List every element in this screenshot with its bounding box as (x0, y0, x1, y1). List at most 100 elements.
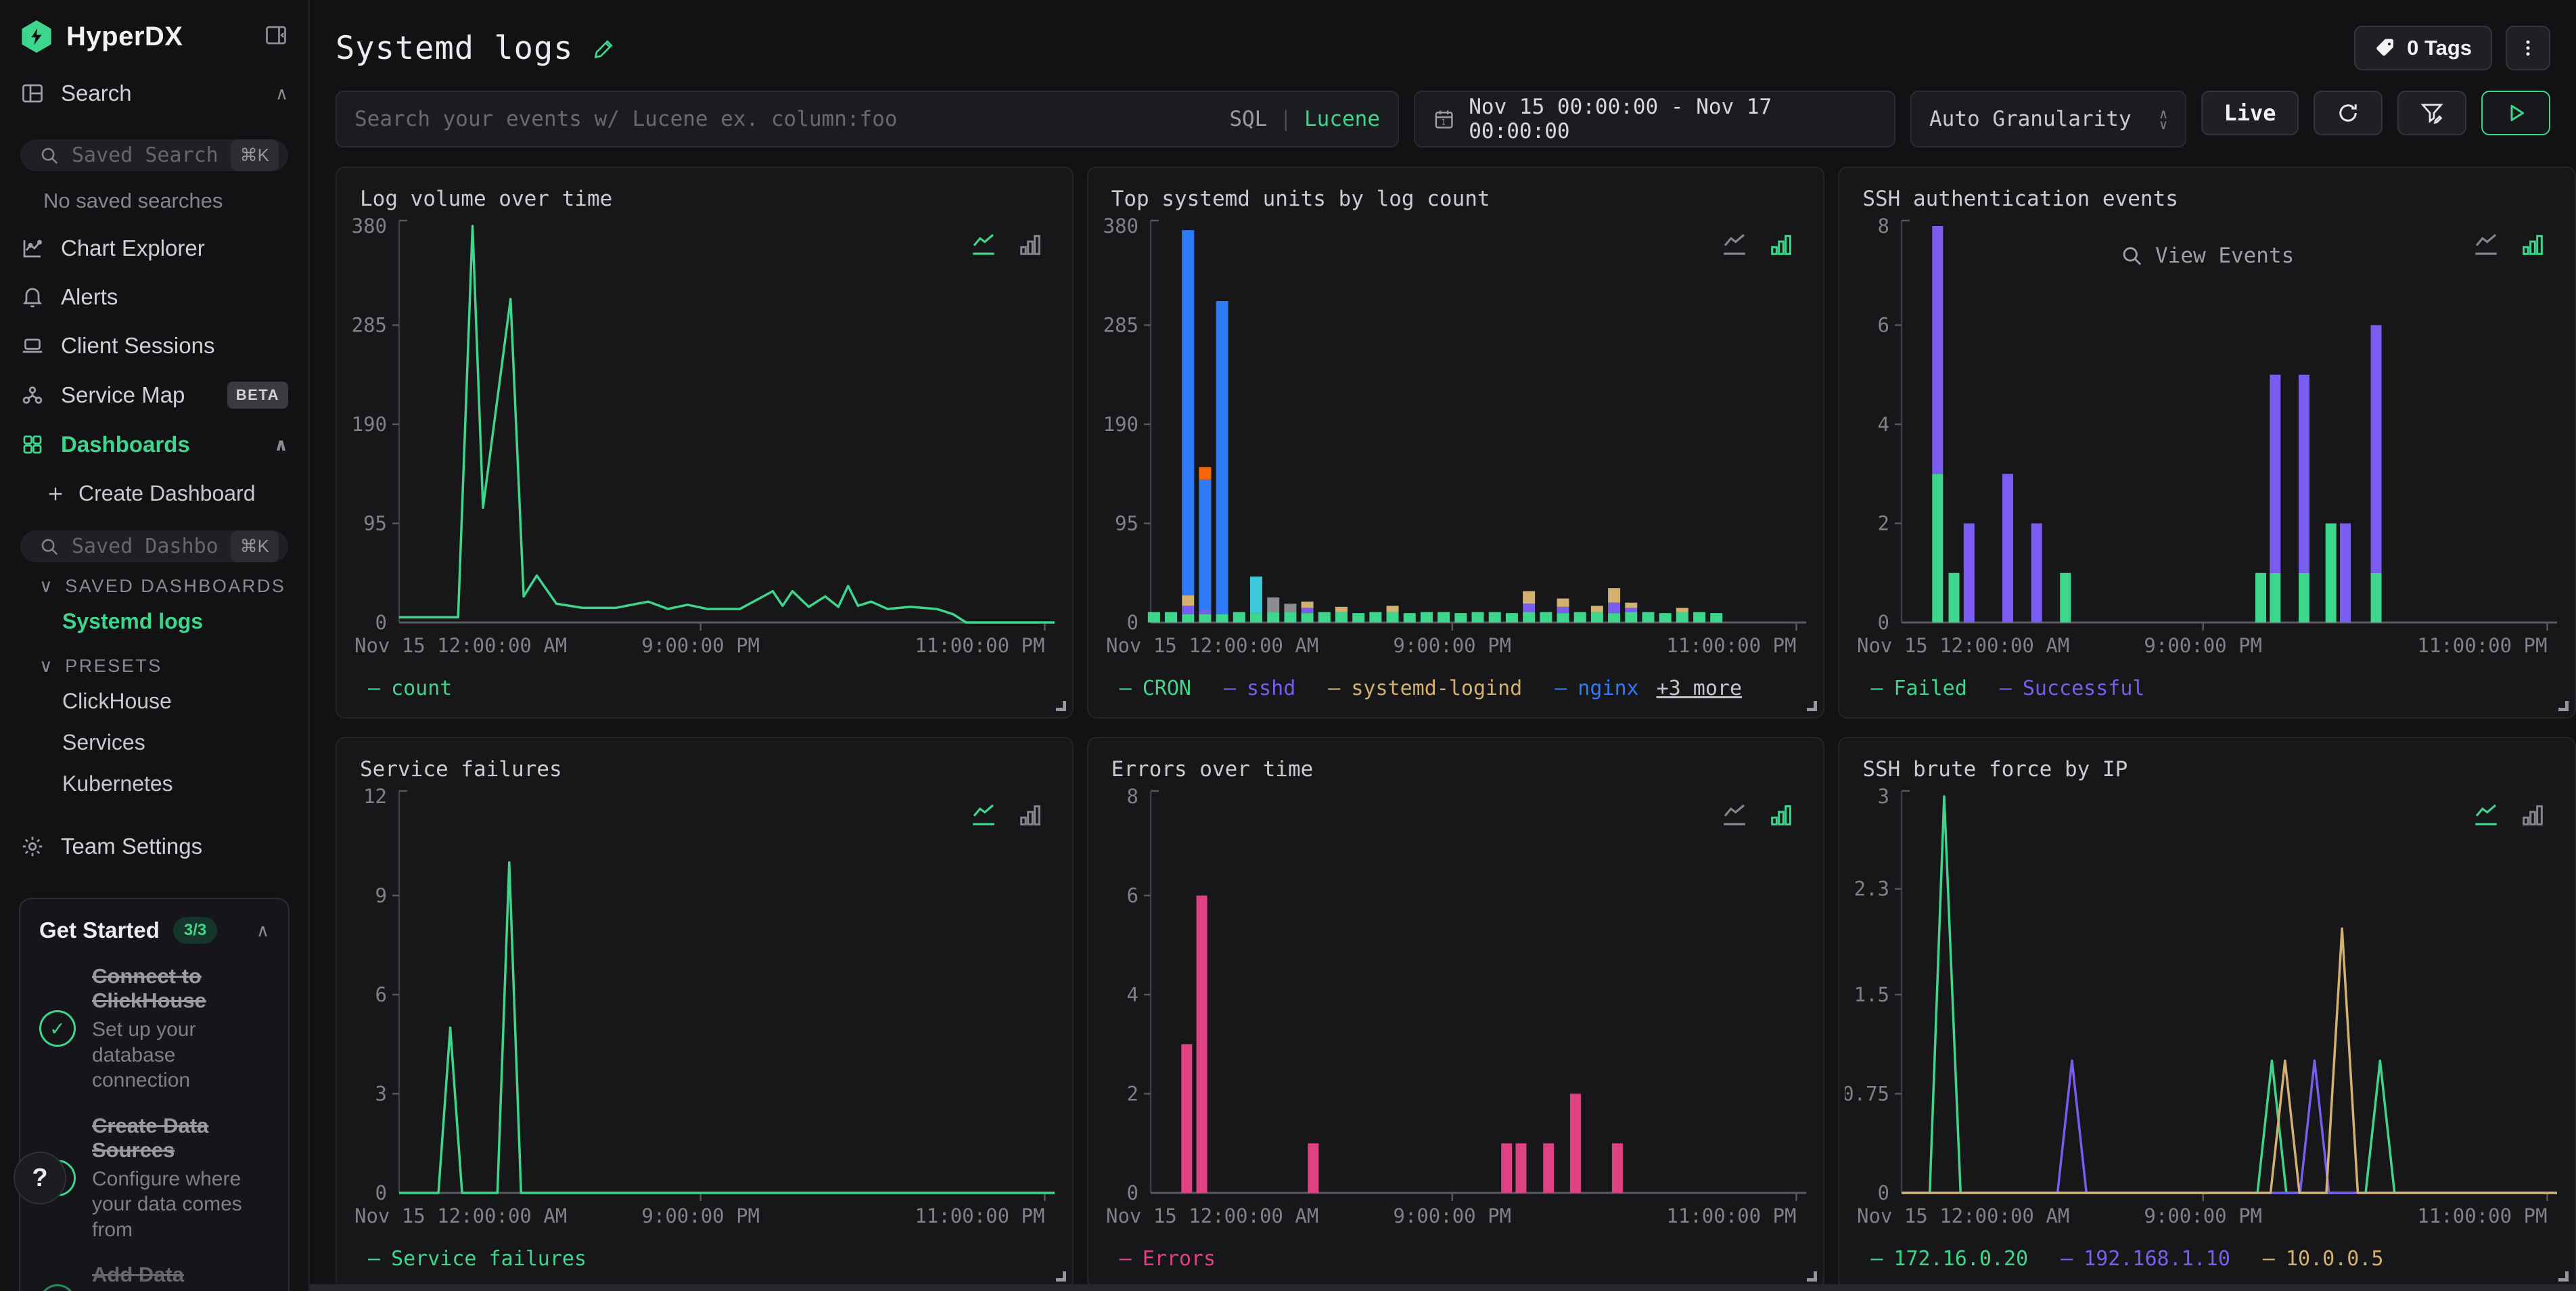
svg-text:Nov 15 12:00:00 AM: Nov 15 12:00:00 AM (1106, 1204, 1318, 1227)
chevron-up-icon[interactable]: ∧ (275, 83, 288, 104)
panel-resize-handle[interactable] (1056, 701, 1066, 711)
svg-text:9: 9 (375, 884, 387, 907)
legend-more-link[interactable]: +3 more (1657, 677, 1742, 700)
bar-chart-toggle-icon[interactable] (1768, 231, 1795, 258)
sidebar: HyperDX Search ∧ ⌘K No saved searches Ch… (0, 0, 310, 1291)
sidebar-item-search[interactable]: Search ∧ (0, 69, 308, 118)
create-dashboard-button[interactable]: Create Dashboard (0, 469, 308, 516)
svg-text:Nov 15 12:00:00 AM: Nov 15 12:00:00 AM (1857, 634, 2069, 657)
chevron-up-icon[interactable]: ∧ (256, 920, 269, 941)
preset-link-services[interactable]: Services (0, 722, 308, 763)
event-search-input[interactable] (354, 107, 1216, 131)
saved-searches-input[interactable]: ⌘K (20, 139, 288, 171)
svg-text:Nov 15 12:00:00 AM: Nov 15 12:00:00 AM (1857, 1204, 2069, 1227)
panel-resize-handle[interactable] (1807, 1271, 1817, 1282)
tags-button[interactable]: 0 Tags (2354, 26, 2492, 70)
line-chart-toggle-icon[interactable] (969, 230, 998, 258)
sidebar-item-service-map[interactable]: Service Map BETA (0, 370, 308, 420)
panel-resize-handle[interactable] (1056, 1271, 1066, 1282)
legend-item[interactable]: —sshd (1224, 677, 1295, 700)
legend-item[interactable]: —systemd-logind (1328, 677, 1522, 700)
svg-text:6: 6 (1126, 884, 1138, 907)
chart-legend: —Failed —Successful (1839, 659, 2575, 717)
sql-toggle[interactable]: SQL (1229, 107, 1267, 131)
legend-item[interactable]: —172.16.0.20 (1870, 1247, 2028, 1271)
date-range-picker[interactable]: 1 Nov 15 00:00:00 - Nov 17 00:00:00 (1414, 91, 1895, 148)
horizontal-scrollbar[interactable] (310, 1284, 2576, 1291)
help-button[interactable]: ? (14, 1152, 66, 1204)
legend-item[interactable]: —Service failures (368, 1247, 586, 1271)
live-button[interactable]: Live (2201, 91, 2299, 135)
sidebar-item-alerts[interactable]: Alerts (0, 273, 308, 321)
saved-searches-field[interactable] (72, 143, 218, 167)
line-chart-toggle-icon[interactable] (2472, 800, 2500, 829)
sidebar-item-chart-explorer[interactable]: Chart Explorer (0, 224, 308, 273)
get-started-step[interactable]: ✓ Add Data Start sending logs, metrics, … (39, 1263, 269, 1291)
service-map-icon (20, 383, 45, 407)
preset-link-clickhouse[interactable]: ClickHouse (0, 681, 308, 722)
bar-chart-toggle-icon[interactable] (2519, 802, 2546, 829)
section-saved-dashboards[interactable]: ∨ SAVED DASHBOARDS (0, 562, 308, 601)
chart-legend: —172.16.0.20 —192.168.1.10 —10.0.0.5 (1839, 1229, 2575, 1288)
chart-legend: —Service failures (337, 1229, 1072, 1288)
svg-text:Nov 15 12:00:00 AM: Nov 15 12:00:00 AM (1106, 634, 1318, 657)
chart-plot[interactable]: 380285190950Nov 15 12:00:00 AM9:00:00 PM… (342, 215, 1067, 659)
svg-text:95: 95 (1115, 512, 1138, 535)
granularity-select[interactable]: Auto Granularity ∧∨ (1910, 91, 2186, 148)
sidebar-item-dashboards[interactable]: Dashboards ∧ (0, 420, 308, 469)
line-chart-toggle-icon[interactable] (1720, 800, 1749, 829)
legend-item[interactable]: —nginx (1555, 677, 1638, 700)
filter-button[interactable] (2397, 91, 2466, 135)
legend-item[interactable]: —192.168.1.10 (2061, 1247, 2230, 1271)
dashboard-menu-button[interactable] (2506, 26, 2550, 70)
chevron-up-icon[interactable]: ∧ (274, 434, 288, 455)
line-chart-toggle-icon[interactable] (969, 800, 998, 829)
get-started-step[interactable]: ✓ Connect to ClickHouse Set up your data… (39, 964, 269, 1093)
chart-plot[interactable]: 86420Nov 15 12:00:00 AM9:00:00 PM11:00:0… (1845, 215, 2569, 659)
line-chart-toggle-icon[interactable] (1720, 230, 1749, 258)
chart-legend: —Errors (1088, 1229, 1824, 1288)
tag-icon (2374, 37, 2396, 59)
lucene-toggle[interactable]: Lucene (1304, 107, 1380, 131)
view-events-button[interactable]: View Events (2120, 244, 2294, 268)
bar-chart-toggle-icon[interactable] (1768, 802, 1795, 829)
legend-item[interactable]: —Errors (1120, 1247, 1216, 1271)
run-query-button[interactable] (2481, 91, 2550, 135)
bar-chart-toggle-icon[interactable] (2519, 231, 2546, 258)
panel-resize-handle[interactable] (2558, 701, 2569, 711)
chart-plot[interactable]: 86420Nov 15 12:00:00 AM9:00:00 PM11:00:0… (1094, 786, 1818, 1229)
svg-text:4: 4 (1878, 413, 1889, 436)
query-language-toggle: SQL | Lucene (1229, 107, 1380, 131)
event-search-box[interactable]: SQL | Lucene (336, 91, 1399, 148)
refresh-button[interactable] (2314, 91, 2383, 135)
saved-dashboards-input[interactable]: ⌘K (20, 530, 288, 562)
sidebar-item-client-sessions[interactable]: Client Sessions (0, 321, 308, 370)
edit-title-icon[interactable] (593, 36, 617, 60)
panel-resize-handle[interactable] (2558, 1271, 2569, 1282)
line-chart-toggle-icon[interactable] (2472, 230, 2500, 258)
preset-link-kubernetes[interactable]: Kubernetes (0, 763, 308, 805)
chart-plot[interactable]: 380285190950Nov 15 12:00:00 AM9:00:00 PM… (1094, 215, 1818, 659)
bar-chart-toggle-icon[interactable] (1017, 802, 1044, 829)
sidebar-item-team-settings[interactable]: Team Settings (0, 822, 308, 871)
panel-resize-handle[interactable] (1807, 701, 1817, 711)
bar-chart-toggle-icon[interactable] (1017, 231, 1044, 258)
legend-item[interactable]: —10.0.0.5 (2263, 1247, 2384, 1271)
legend-item[interactable]: —count (368, 677, 452, 700)
get-started-step[interactable]: ✓ Create Data Sources Configure where yo… (39, 1114, 269, 1243)
legend-item[interactable]: —Successful (2000, 677, 2145, 700)
legend-item[interactable]: —Failed (1870, 677, 1967, 700)
dashboard-link-systemd-logs[interactable]: Systemd logs (0, 601, 308, 642)
sidebar-collapse-icon[interactable] (264, 23, 288, 51)
svg-text:2: 2 (1878, 512, 1889, 535)
section-presets[interactable]: ∨ PRESETS (0, 642, 308, 681)
legend-item[interactable]: —CRON (1120, 677, 1191, 700)
chart-plot[interactable]: 129630Nov 15 12:00:00 AM9:00:00 PM11:00:… (342, 786, 1067, 1229)
get-started-header[interactable]: Get Started 3/3 ∧ (39, 917, 269, 944)
svg-text:4: 4 (1126, 983, 1138, 1006)
chart-plot[interactable]: 32.31.50.750Nov 15 12:00:00 AM9:00:00 PM… (1845, 786, 2569, 1229)
panel-brute-force: SSH brute force by IP 32.31.50.750Nov 15… (1838, 737, 2576, 1289)
svg-text:9:00:00 PM: 9:00:00 PM (1393, 1204, 1511, 1227)
saved-dashboards-field[interactable] (72, 535, 218, 558)
progress-badge: 3/3 (173, 917, 217, 944)
